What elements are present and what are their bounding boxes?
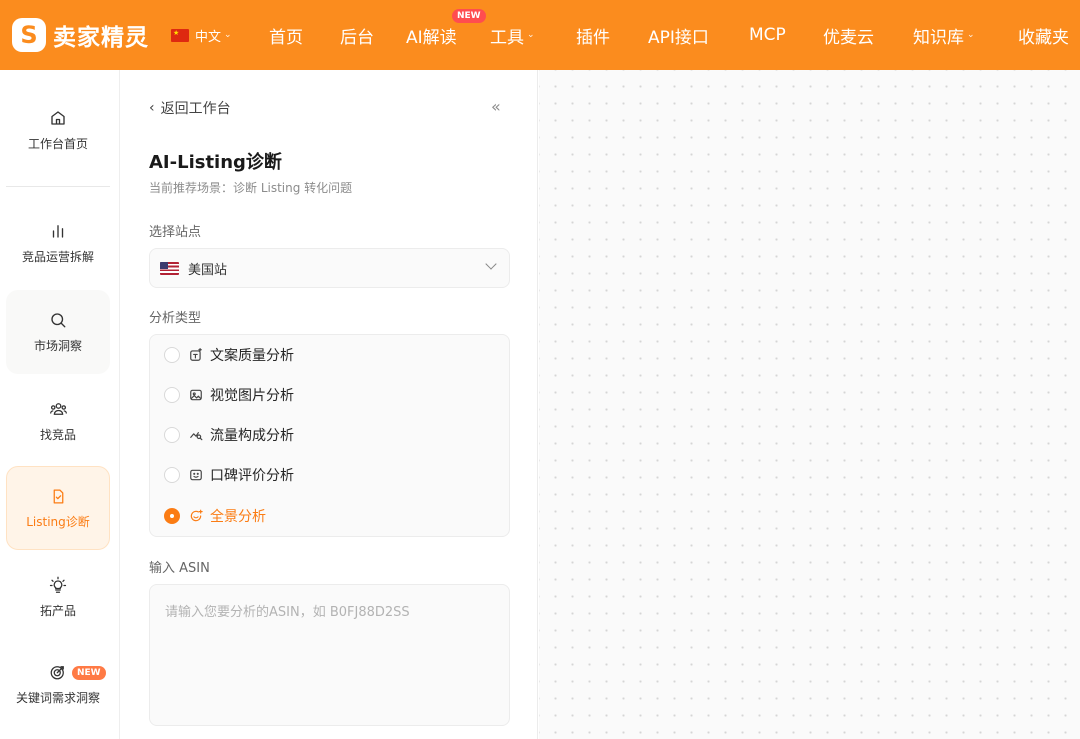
radio-button[interactable]	[164, 347, 180, 363]
sidebar-item-label: Listing诊断	[26, 515, 90, 529]
lightbulb-icon	[48, 575, 68, 595]
sidebar-item-listing-diagnosis[interactable]: Listing诊断	[6, 466, 110, 550]
page-title: AI-Listing诊断	[149, 152, 282, 173]
chevron-down-icon: ⌄	[224, 30, 232, 40]
users-icon	[48, 399, 68, 419]
sidebar-item-label: 竞品运营拆解	[21, 250, 94, 264]
radio-button[interactable]	[164, 427, 180, 443]
radio-copy-quality-analysis[interactable]: 文案质量分析	[164, 343, 294, 367]
language-selector[interactable]: 中文 ⌄	[171, 26, 232, 45]
site-select-label: 选择站点	[149, 225, 202, 240]
sidebar-item-market-insight[interactable]: 市场洞察	[6, 290, 110, 374]
radio-review-reputation-analysis[interactable]: 口碑评价分析	[164, 463, 294, 487]
radio-button[interactable]	[164, 387, 180, 403]
left-sidebar: 工作台首页 竞品运营拆解 市场洞察 找竞品 Listing诊断 拓产品 关键词需…	[0, 70, 120, 739]
sidebar-item-keyword-demand-insight[interactable]: 关键词需求洞察	[6, 642, 110, 726]
new-badge: NEW	[72, 666, 106, 680]
sidebar-item-label: 关键词需求洞察	[15, 691, 100, 705]
top-navigation-bar: S 卖家精灵 中文 ⌄ 首页 后台 AI解读 NEW 工具⌄ 插件 API接口 …	[0, 0, 1080, 70]
nav-knowledge-base[interactable]: 知识库 ⌄	[913, 0, 975, 70]
asin-input[interactable]	[149, 584, 510, 726]
panorama-icon	[188, 509, 203, 524]
sidebar-item-label: 市场洞察	[33, 339, 82, 353]
nav-home[interactable]: 首页	[269, 0, 303, 70]
chevron-down-icon	[485, 258, 497, 270]
target-icon	[48, 662, 68, 682]
page-subtitle: 当前推荐场景：诊断 Listing 转化问题	[149, 181, 353, 195]
bar-chart-icon	[48, 221, 68, 241]
us-flag-icon	[160, 261, 179, 275]
sidebar-item-competitor-breakdown[interactable]: 竞品运营拆解	[6, 201, 110, 285]
radio-traffic-composition-analysis[interactable]: 流量构成分析	[164, 423, 294, 447]
sidebar-item-label: 找竞品	[39, 428, 76, 442]
analysis-type-label: 分析类型	[149, 311, 202, 326]
chevron-down-icon: ⌄	[967, 30, 975, 40]
radio-visual-image-analysis[interactable]: 视觉图片分析	[164, 383, 294, 407]
new-badge: NEW	[452, 9, 486, 23]
sidebar-item-expand-products[interactable]: 拓产品	[6, 555, 110, 639]
back-to-workbench-link[interactable]: ‹ 返回工作台	[149, 98, 231, 118]
search-icon	[48, 310, 68, 330]
sidebar-item-workbench-home[interactable]: 工作台首页	[6, 88, 110, 172]
brand-logo[interactable]: S 卖家精灵	[12, 18, 149, 52]
sidebar-item-label: 拓产品	[39, 604, 76, 618]
result-canvas-area	[539, 70, 1080, 739]
radio-button-selected[interactable]	[164, 508, 180, 524]
listing-diagnosis-panel: ‹ 返回工作台 ‹‹ AI-Listing诊断 当前推荐场景：诊断 Listin…	[121, 70, 538, 739]
language-label: 中文	[195, 29, 222, 45]
nav-api[interactable]: API接口	[648, 0, 709, 70]
traffic-search-icon	[188, 428, 203, 443]
sidebar-item-find-competitors[interactable]: 找竞品	[6, 379, 110, 463]
china-flag-icon	[171, 28, 189, 42]
site-select-value: 美国站	[188, 262, 228, 278]
logo-mark-icon: S	[12, 18, 46, 52]
document-check-icon	[48, 486, 68, 506]
nav-tools[interactable]: 工具 ⌄	[490, 0, 535, 70]
review-icon	[188, 468, 203, 483]
nav-youmaiyun[interactable]: 优麦云	[823, 0, 874, 70]
brand-name: 卖家精灵	[53, 25, 149, 51]
chevron-left-icon: ‹	[149, 100, 155, 116]
collapse-panel-icon[interactable]: ‹‹	[491, 97, 501, 116]
chevron-down-icon: ⌄	[527, 30, 535, 40]
text-sparkle-icon	[188, 348, 203, 363]
home-icon	[48, 108, 68, 128]
nav-favorites[interactable]: 收藏夹	[1018, 0, 1069, 70]
image-icon	[188, 388, 203, 403]
analysis-type-radio-group: 文案质量分析 视觉图片分析 流量构成分析 口碑评价分析 全景分析	[149, 334, 510, 537]
radio-button[interactable]	[164, 467, 180, 483]
sidebar-divider	[6, 186, 110, 187]
nav-mcp[interactable]: MCP	[749, 0, 786, 70]
nav-plugins[interactable]: 插件	[576, 0, 610, 70]
sidebar-item-label: 工作台首页	[27, 137, 88, 151]
asin-input-label: 输入 ASIN	[149, 561, 210, 576]
nav-backend[interactable]: 后台	[340, 0, 374, 70]
radio-panoramic-analysis[interactable]: 全景分析	[164, 504, 266, 528]
nav-ai-interpretation[interactable]: AI解读 NEW	[406, 0, 486, 70]
site-select[interactable]: 美国站	[149, 248, 510, 288]
